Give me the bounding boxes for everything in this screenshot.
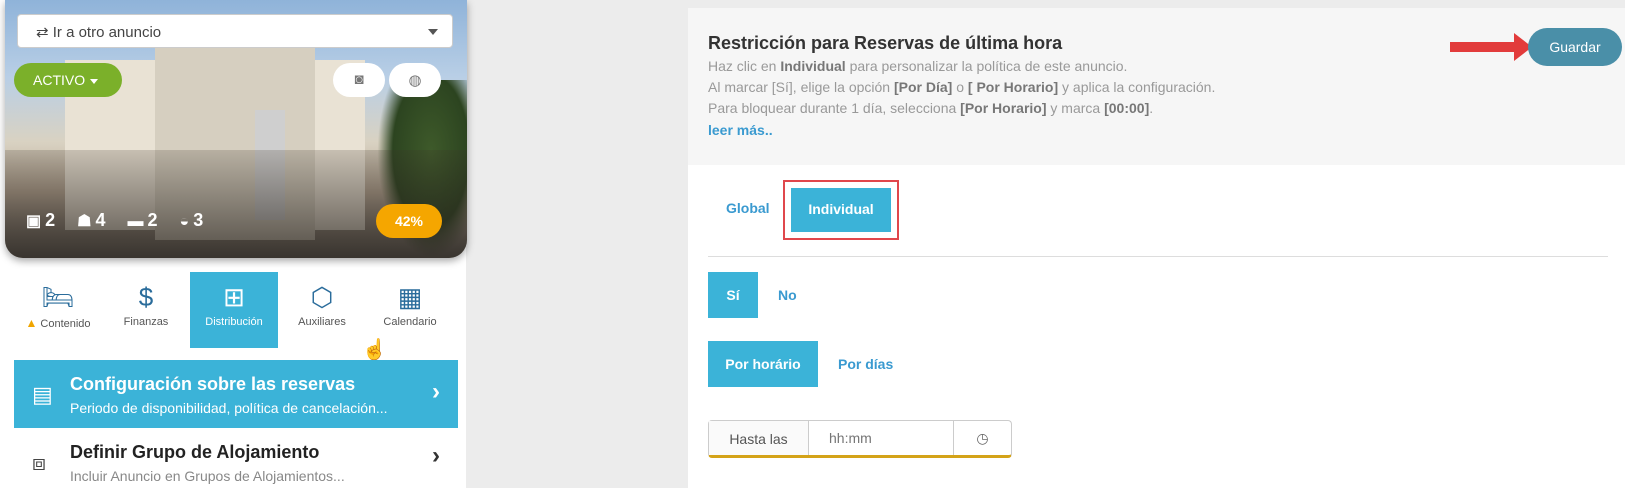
globe-button[interactable]: ◍ [389,63,441,97]
globe-icon: ◍ [408,72,422,89]
chevron-right-icon: › [432,378,440,405]
save-button[interactable]: Guardar [1528,28,1622,66]
tab-label: Calendario [383,316,437,328]
clock-icon[interactable]: ◷ [953,421,1011,455]
tab-auxiliares[interactable]: ⬡ Auxiliares [278,272,366,348]
tab-finanzas[interactable]: $ Finanzas [102,272,190,348]
bed-icon: ▬ [127,213,144,230]
yes-button[interactable]: Sí [708,272,758,318]
tab-individual[interactable]: Individual [791,188,891,232]
read-more-link[interactable]: leer más.. [708,122,773,138]
calendar-icon: ▤ [32,382,53,407]
stat-value: 4 [95,210,106,230]
panel-header: Restricción para Reservas de última hora… [688,8,1625,165]
dollar-icon: $ [138,282,154,312]
help-line-2: Al marcar [Sí], elige la opción [Por Día… [708,79,1216,95]
cube-icon: ▣ [26,213,42,230]
chevron-down-icon [90,78,99,84]
tab-label: Contenido [40,318,91,330]
until-time-group: Hasta las ◷ [708,420,1012,458]
camera-icon: ◙ [354,71,364,88]
status-dropdown[interactable]: ACTIVO [14,63,122,97]
tab-global[interactable]: Global [726,200,770,216]
status-label: ACTIVO [33,72,86,88]
stat-baths: ◒ 3 [180,210,204,231]
warning-icon: ▲ [25,316,38,330]
chevron-down-icon [428,29,438,35]
menu-item-booking-config[interactable]: ▤ Configuración sobre las reservas Perio… [14,360,458,428]
stat-beds: ▬ 2 [128,210,158,231]
bed-icon: 🛏 [41,282,75,312]
group-object-icon: ⧈ [32,450,46,475]
by-days-button[interactable]: Por días [838,356,893,372]
help-line-1: Haz clic en Individual para personalizar… [708,58,1128,74]
tab-label: Finanzas [123,316,169,328]
stat-rooms: ▣ 2 [26,210,55,231]
arrow-right-icon [1450,33,1532,61]
person-icon: ☗ [77,213,92,230]
completion-badge: 42% [376,204,442,238]
menu-item-lodging-group[interactable]: ⧈ Definir Grupo de Alojamiento Incluir A… [14,436,458,488]
divider [708,256,1608,257]
goto-listing-dropdown[interactable]: ⇄ Ir a otro anuncio [17,14,453,48]
tab-label: Distribución [205,316,263,328]
stat-value: 2 [45,210,56,230]
menu-item-title: Definir Grupo de Alojamiento [70,442,320,462]
stat-guests: ☗ 4 [77,210,105,231]
listing-stats: ▣ 2 ☗ 4 ▬ 2 ◒ 3 [26,210,203,231]
time-input[interactable] [809,421,953,455]
sitemap-icon: ⊞ [223,282,245,312]
calendar-icon: ▦ [397,282,423,312]
help-line-3: Para bloquear durante 1 día, selecciona … [708,100,1154,116]
tab-label: Auxiliares [298,316,346,328]
listing-sidebar: ⇄ Ir a otro anuncio ACTIVO ◙ ◍ ▣ 2 ☗ 4 ▬ 2 … [0,0,467,488]
stat-value: 2 [147,210,158,230]
menu-item-subtitle: Incluir Anuncio en Grupos de Alojamiento… [70,468,345,484]
menu-item-title: Configuración sobre las reservas [70,374,356,394]
no-button[interactable]: No [778,287,797,303]
tab-contenido[interactable]: 🛏 ▲ Contenido [14,272,102,348]
listing-nav-tabs: 🛏 ▲ Contenido $ Finanzas ⊞ Distribución … [14,272,454,348]
chevron-right-icon: › [432,442,440,469]
by-schedule-button[interactable]: Por horário [708,341,818,387]
page-title: Restricción para Reservas de última hora [708,33,1063,53]
until-label: Hasta las [709,421,809,455]
hand-cursor-icon: ☝ [362,339,387,361]
goto-listing-label: ⇄ Ir a otro anuncio [36,24,162,41]
bathtub-icon: ◒ [179,213,190,230]
cubes-icon: ⬡ [310,282,334,312]
menu-item-subtitle: Periodo de disponibilidad, política de c… [70,400,388,416]
camera-button[interactable]: ◙ [333,63,385,97]
stat-value: 3 [193,210,204,230]
tab-distribucion[interactable]: ⊞ Distribución [190,272,278,348]
last-minute-restriction-panel: Restricción para Reservas de última hora… [688,8,1625,488]
